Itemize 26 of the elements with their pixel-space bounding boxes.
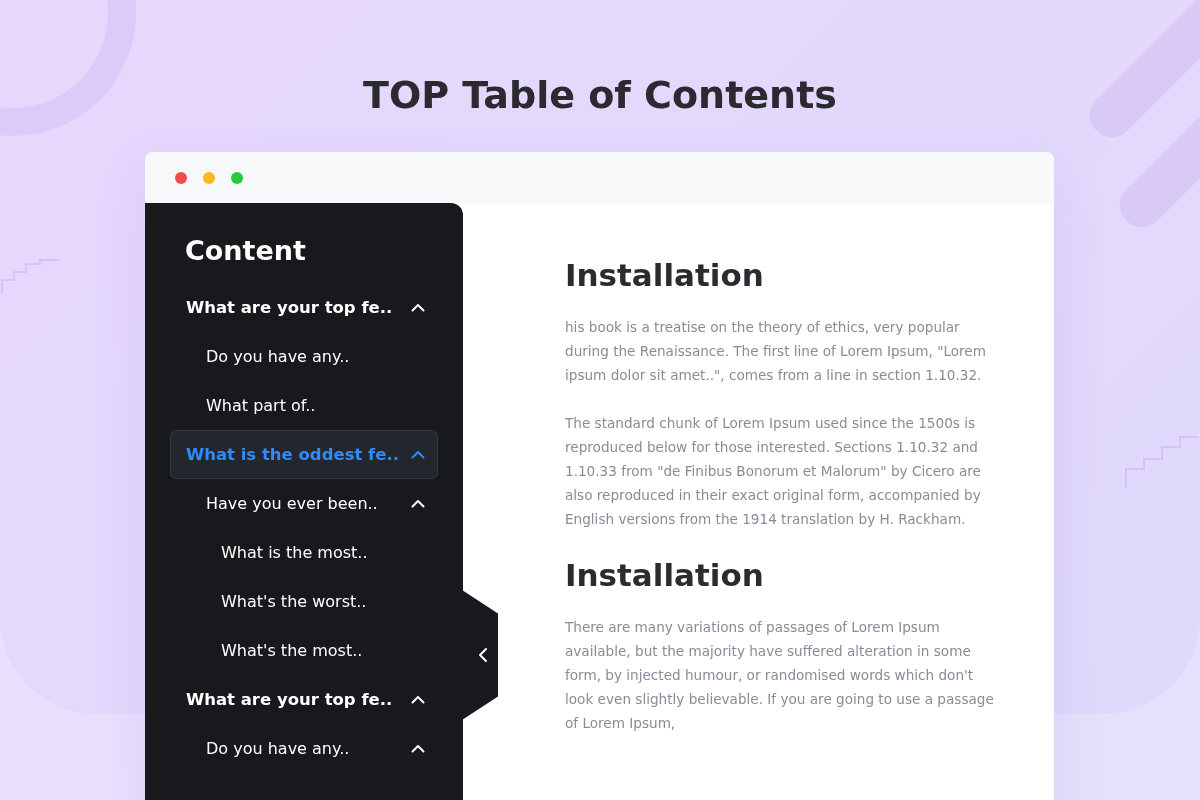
page-title: TOP Table of Contents bbox=[363, 72, 837, 119]
toc-item[interactable]: Do you have any.. bbox=[170, 724, 438, 773]
close-dot-icon bbox=[175, 171, 187, 184]
section-heading: Installation bbox=[565, 556, 765, 595]
sidebar-heading: Content bbox=[184, 234, 307, 268]
caret-icon bbox=[411, 450, 425, 459]
toc-item[interactable]: What part of.. bbox=[170, 381, 438, 430]
caret-icon bbox=[411, 499, 425, 508]
toc-item[interactable]: What is the most.. bbox=[170, 528, 438, 577]
toc-item[interactable]: What are your top fe.. bbox=[170, 675, 438, 724]
caret-icon bbox=[411, 303, 425, 312]
toc-item[interactable]: What's the most.. bbox=[170, 626, 438, 675]
toc-item[interactable]: What are your top fe.. bbox=[170, 283, 438, 332]
toc-item[interactable]: What is the oddest fe.. bbox=[170, 430, 438, 479]
minimize-dot-icon bbox=[203, 171, 215, 184]
paragraph: The standard chunk of Lorem Ipsum used since the 1500s is reproduced below for those interested. Sections 1.10.32 and 1.10.33 from "de Finibus Bonorum et Malorum" by Cicero are also reproduced in their exact original form, accompanied by English versions from the 1914 translation by H. Rackham. bbox=[565, 414, 982, 529]
maximize-dot-icon bbox=[231, 171, 243, 184]
toc-item[interactable]: Do you have any.. bbox=[170, 332, 438, 381]
paragraph: his book is a treatise on the theory of ethics, very popular during the Renaissance. The first line of Lorem Ipsum, "Lorem ipsum dolor sit amet..", comes from a line in section 1.10.32. bbox=[565, 318, 987, 385]
toc-item[interactable]: Have you ever been.. bbox=[170, 479, 438, 528]
section-heading: Installation bbox=[565, 256, 765, 295]
caret-icon bbox=[411, 744, 425, 753]
caret-icon bbox=[411, 695, 425, 704]
paragraph: There are many variations of passages of Lorem Ipsum available, but the majority have suffered alteration in some form, by injected humour, or randomised words which don't look even slightly believable. If you are going to use a passage of Lorem Ipsum, bbox=[565, 618, 995, 733]
toc-item[interactable]: What's the worst.. bbox=[170, 577, 438, 626]
chevron-left-icon bbox=[478, 647, 488, 663]
